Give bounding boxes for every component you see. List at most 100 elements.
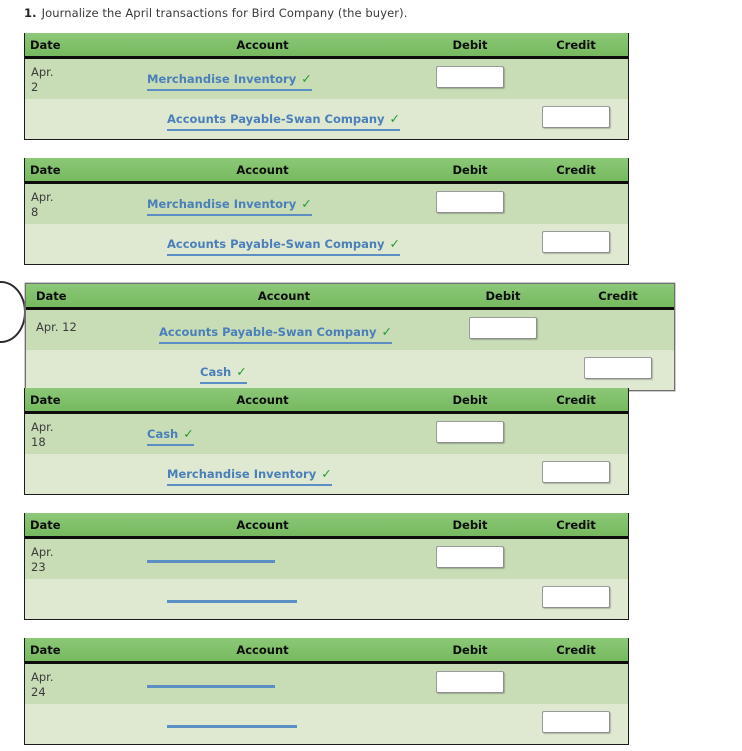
- debit-amount-input[interactable]: [436, 546, 504, 568]
- account-select-link[interactable]: Accounts Payable-Swan Company ✓: [167, 236, 401, 256]
- date-line: Apr. 12: [36, 320, 77, 334]
- question-number: 1.: [24, 6, 37, 20]
- cell-debit: [444, 350, 562, 390]
- date-line: Apr.: [31, 65, 54, 79]
- account-select-link[interactable]: [167, 592, 297, 603]
- date-line: Apr.: [31, 670, 54, 684]
- cell-account: Accounts Payable-Swan Company ✓: [124, 310, 444, 350]
- column-header-credit: Credit: [556, 642, 596, 657]
- column-header-account: Account: [236, 517, 289, 532]
- journal-debit-row: Apr. 18 Cash ✓: [25, 414, 628, 454]
- cell-account: Merchandise Inventory ✓: [109, 184, 416, 224]
- cell-debit: [416, 414, 524, 454]
- debit-amount-input[interactable]: [436, 191, 504, 213]
- column-header-account: Account: [236, 392, 289, 407]
- journal-header-row: Date Account Debit Credit: [25, 388, 628, 414]
- question-text: Journalize the April transactions for Bi…: [41, 6, 408, 20]
- account-name-label: Cash: [147, 427, 179, 441]
- account-select-link[interactable]: [147, 552, 275, 563]
- cell-debit: [416, 184, 524, 224]
- checkmark-icon: ✓: [236, 364, 247, 379]
- debit-amount-input[interactable]: [436, 421, 504, 443]
- credit-amount-input[interactable]: [584, 357, 652, 379]
- column-header-debit: Debit: [485, 288, 521, 303]
- cell-date: Apr. 23: [25, 539, 109, 579]
- journal-header-row: Date Account Debit Credit: [25, 513, 628, 539]
- checkmark-icon: ✓: [381, 324, 393, 339]
- journal-debit-row: Apr. 24: [25, 664, 628, 704]
- column-header-credit: Credit: [598, 288, 638, 303]
- account-select-link[interactable]: Cash ✓: [147, 427, 194, 446]
- cell-credit: [524, 454, 628, 494]
- debit-amount-input[interactable]: [469, 317, 537, 339]
- account-select-link[interactable]: Merchandise Inventory ✓: [167, 467, 332, 486]
- account-name-label: Merchandise Inventory: [147, 72, 297, 86]
- date-line: Apr.: [31, 545, 54, 559]
- column-header-account: Account: [236, 642, 289, 657]
- account-select-link[interactable]: [167, 717, 297, 728]
- account-select-link[interactable]: Cash ✓: [200, 365, 247, 384]
- journal-credit-row: Cash ✓: [26, 350, 674, 390]
- checkmark-icon: ✓: [301, 196, 312, 211]
- cell-debit: [444, 310, 562, 350]
- cell-date: [25, 579, 109, 619]
- cell-date: [25, 454, 109, 494]
- cell-account: Merchandise Inventory ✓: [109, 454, 416, 494]
- cell-debit: [416, 579, 524, 619]
- debit-amount-input[interactable]: [436, 671, 504, 693]
- cell-credit: [524, 414, 628, 454]
- credit-amount-input[interactable]: [542, 461, 610, 483]
- cell-credit: [524, 99, 628, 139]
- column-header-credit: Credit: [556, 162, 596, 177]
- account-select-link[interactable]: Merchandise Inventory ✓: [147, 197, 312, 216]
- journal-debit-row: Apr. 8 Merchandise Inventory ✓: [25, 184, 628, 224]
- journal-table-entry-apr-23: Date Account Debit Credit Apr. 23: [24, 513, 629, 620]
- checkmark-icon: ✓: [301, 71, 312, 86]
- credit-amount-input[interactable]: [542, 231, 610, 253]
- cell-date: Apr. 24: [25, 664, 109, 704]
- account-select-link[interactable]: [147, 677, 275, 688]
- journal-header-row: Date Account Debit Credit: [26, 284, 674, 310]
- checkmark-icon: ✓: [389, 236, 401, 251]
- journal-credit-row: [25, 579, 628, 619]
- cell-credit: [524, 664, 628, 704]
- account-name-label: Accounts Payable-Swan Company: [167, 237, 385, 251]
- date-line: 18: [31, 435, 46, 449]
- credit-amount-input[interactable]: [542, 711, 610, 733]
- cell-account: [109, 704, 416, 744]
- journal-table-entry-apr-18: Date Account Debit Credit Apr. 18 Cash ✓ Merchan…: [24, 388, 629, 495]
- column-header-date: Date: [36, 288, 67, 303]
- account-name-label: Accounts Payable-Swan Company: [167, 112, 385, 126]
- journal-table-entry-apr-2: Date Account Debit Credit Apr. 2 Merchandise I…: [24, 33, 629, 140]
- account-select-link[interactable]: Accounts Payable-Swan Company ✓: [167, 112, 401, 131]
- column-header-debit: Debit: [452, 642, 488, 657]
- account-name-label: Cash: [200, 365, 232, 379]
- cell-debit: [416, 664, 524, 704]
- journal-credit-row: Accounts Payable-Swan Company ✓: [25, 224, 628, 264]
- column-header-credit: Credit: [556, 517, 596, 532]
- cell-credit: [524, 184, 628, 224]
- cell-debit: [416, 704, 524, 744]
- date-line: Apr.: [31, 420, 54, 434]
- debit-amount-input[interactable]: [436, 66, 504, 88]
- journal-header-row: Date Account Debit Credit: [25, 638, 628, 664]
- cell-account: [109, 579, 416, 619]
- cell-account: Cash ✓: [124, 350, 444, 390]
- account-select-link[interactable]: Merchandise Inventory ✓: [147, 72, 312, 91]
- cell-date: [25, 99, 109, 139]
- cell-date: Apr. 18: [25, 414, 109, 454]
- credit-amount-input[interactable]: [542, 106, 610, 128]
- cell-date: Apr. 2: [25, 59, 109, 99]
- credit-amount-input[interactable]: [542, 586, 610, 608]
- date-line: 8: [31, 205, 39, 219]
- journal-credit-row: [25, 704, 628, 744]
- date-line: 23: [31, 560, 46, 574]
- cell-date: [26, 350, 124, 390]
- account-name-label: Merchandise Inventory: [147, 197, 297, 211]
- cell-account: Merchandise Inventory ✓: [109, 59, 416, 99]
- column-header-account: Account: [257, 288, 311, 303]
- journal-debit-row: Apr. 12 Accounts Payable-Swan Company ✓: [26, 310, 674, 350]
- cell-debit: [416, 539, 524, 579]
- date-line: 2: [31, 80, 39, 94]
- account-select-link[interactable]: Accounts Payable-Swan Company ✓: [159, 324, 393, 344]
